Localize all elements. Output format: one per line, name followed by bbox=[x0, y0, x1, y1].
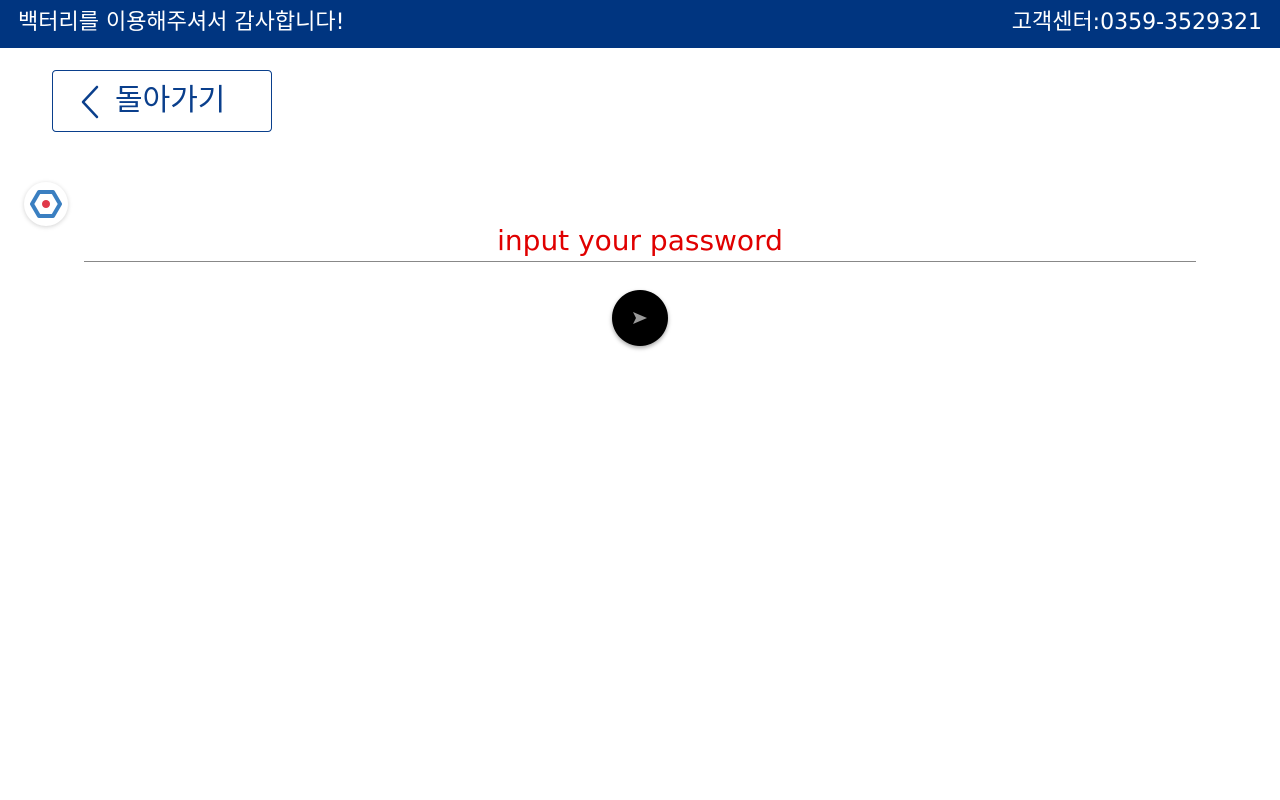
back-button[interactable]: 돌아가기 bbox=[52, 70, 272, 132]
floating-widget-button[interactable] bbox=[24, 182, 68, 226]
welcome-message: 백터리를 이용해주셔서 감사합니다! bbox=[18, 10, 345, 35]
chevron-left-icon bbox=[79, 85, 103, 119]
top-header-bar: 백터리를 이용해주셔서 감사합니다! 고객센터:0359-3529321 bbox=[0, 0, 1280, 48]
customer-service-phone: 고객센터:0359-3529321 bbox=[1011, 10, 1262, 35]
back-button-label: 돌아가기 bbox=[115, 83, 226, 118]
password-input[interactable] bbox=[84, 220, 1196, 262]
submit-button[interactable] bbox=[612, 290, 668, 346]
